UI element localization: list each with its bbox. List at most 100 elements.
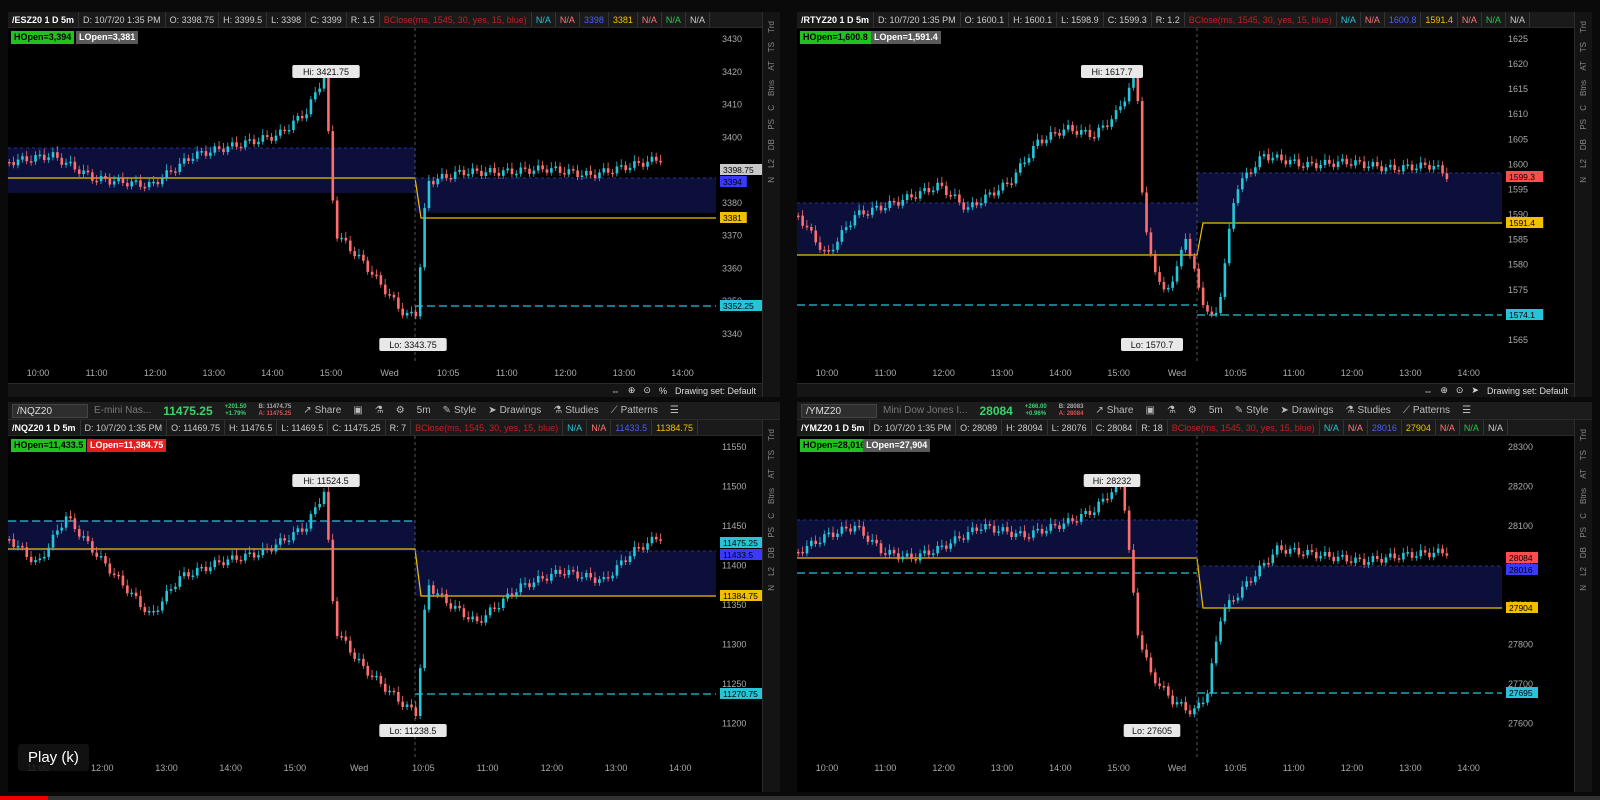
cursor-icon[interactable]: ➤: [1471, 385, 1479, 396]
side-item-btns[interactable]: Btns: [767, 80, 776, 96]
chart-panel-ym[interactable]: /YMZ20 Mini Dow Jones I... 28084 +266.00…: [797, 402, 1592, 792]
side-item-db[interactable]: DB: [767, 547, 776, 558]
price-chart[interactable]: Hi: 3421.75 Lo: 3343.75 3430 3420 3410 3400 33…: [8, 28, 762, 383]
chart-symbol[interactable]: /ESZ20 1 D 5m: [8, 12, 80, 27]
flask-icon[interactable]: ⚗: [369, 405, 390, 416]
y-tick-label: 11250: [722, 679, 746, 689]
side-item-trd[interactable]: Trd: [1579, 21, 1588, 33]
candle: [165, 590, 168, 602]
side-item-n[interactable]: N: [767, 177, 776, 183]
menu-icon[interactable]: ☰: [664, 405, 685, 416]
drawings-button[interactable]: ➤ Drawings: [482, 405, 547, 416]
style-button[interactable]: ✎ Style: [437, 405, 483, 416]
candle: [1058, 132, 1061, 136]
chart-panel-es[interactable]: /ESZ20 1 D 5m D: 10/7/20 1:35 PM O: 3398…: [8, 12, 780, 397]
side-strip[interactable]: Trd TS AT Btns C PS DB L2 N: [762, 420, 780, 792]
side-item-btns[interactable]: Btns: [767, 488, 776, 504]
pan-icon[interactable]: ⇔: [611, 386, 620, 396]
side-item-ps[interactable]: PS: [1579, 527, 1588, 538]
candle: [1336, 556, 1340, 562]
zoom-icon[interactable]: ⊙: [643, 385, 651, 396]
side-item-c[interactable]: C: [1579, 513, 1588, 519]
side-item-at[interactable]: AT: [767, 61, 776, 71]
candle: [112, 181, 116, 185]
side-item-n[interactable]: N: [767, 585, 776, 591]
candle: [1415, 556, 1418, 558]
studies-button[interactable]: ⚗ Studies: [1339, 405, 1396, 416]
candle: [488, 168, 492, 173]
snapshot-icon[interactable]: ▣: [347, 405, 368, 416]
side-item-c[interactable]: C: [767, 105, 776, 111]
drawing-set-label[interactable]: Drawing set: Default: [675, 386, 756, 396]
side-item-ps[interactable]: PS: [767, 527, 776, 538]
side-item-l2[interactable]: L2: [1579, 567, 1588, 576]
drawing-set-label[interactable]: Drawing set: Default: [1487, 386, 1568, 396]
gear-icon[interactable]: ⚙: [390, 405, 411, 416]
side-item-at[interactable]: AT: [1579, 469, 1588, 479]
side-strip[interactable]: Trd TS AT Btns C PS DB L2 N: [1574, 12, 1592, 397]
menu-icon[interactable]: ☰: [1456, 405, 1477, 416]
candle: [892, 549, 896, 554]
side-item-l2[interactable]: L2: [1579, 159, 1588, 168]
side-item-db[interactable]: DB: [767, 139, 776, 150]
chart-panel-rty[interactable]: /RTYZ20 1 D 5m D: 10/7/20 1:35 PM O: 160…: [797, 12, 1592, 397]
side-item-trd[interactable]: Trd: [767, 429, 776, 441]
price-chart[interactable]: Hi: 28232Lo: 276052830028200281002800027…: [797, 436, 1574, 792]
side-item-n[interactable]: N: [1579, 177, 1588, 183]
side-item-l2[interactable]: L2: [767, 567, 776, 576]
side-item-ts[interactable]: TS: [767, 42, 776, 52]
timeframe-button[interactable]: 5m: [411, 405, 437, 416]
candle: [187, 572, 190, 577]
symbol-selector[interactable]: /NQZ20: [12, 403, 88, 418]
timeframe-button[interactable]: 5m: [1203, 405, 1229, 416]
chart-panel-nq[interactable]: /NQZ20 E-mini Nas... 11475.25 +201.50 +1.…: [8, 402, 780, 792]
chart-symbol[interactable]: /NQZ20 1 D 5m: [8, 420, 81, 435]
chart-symbol[interactable]: /YMZ20 1 D 5m: [797, 420, 870, 435]
crosshair-icon[interactable]: ⊕: [1440, 385, 1448, 396]
x-tick-label: Wed: [1168, 763, 1186, 773]
play-button[interactable]: Play (k): [18, 744, 89, 771]
side-item-btns[interactable]: Btns: [1579, 80, 1588, 96]
side-item-db[interactable]: DB: [1579, 547, 1588, 558]
x-tick-label: 14:00: [671, 368, 694, 378]
patterns-button[interactable]: ⟋ Patterns: [605, 405, 664, 416]
side-item-at[interactable]: AT: [767, 469, 776, 479]
price-chart[interactable]: Hi: 11524.5 Lo: 11238.5 11550 11500 11450 114…: [8, 436, 762, 792]
side-item-db[interactable]: DB: [1579, 139, 1588, 150]
side-item-ts[interactable]: TS: [1579, 42, 1588, 52]
side-strip[interactable]: Trd TS AT Btns C PS DB L2 N: [762, 12, 780, 397]
price-chart[interactable]: Hi: 1617.7 Lo: 1570.7 1625 1620 1615 1610 1605…: [797, 28, 1574, 383]
side-item-c[interactable]: C: [767, 513, 776, 519]
symbol-selector[interactable]: /YMZ20: [801, 403, 877, 418]
gear-icon[interactable]: ⚙: [1182, 405, 1203, 416]
snapshot-icon[interactable]: ▣: [1139, 405, 1160, 416]
side-item-ts[interactable]: TS: [767, 450, 776, 460]
side-item-c[interactable]: C: [1579, 105, 1588, 111]
candle: [550, 573, 553, 581]
side-item-trd[interactable]: Trd: [767, 21, 776, 33]
side-item-trd[interactable]: Trd: [1579, 429, 1588, 441]
style-button[interactable]: ✎ Style: [1229, 405, 1275, 416]
candle: [432, 585, 435, 594]
percent-icon[interactable]: %: [659, 386, 667, 396]
share-button[interactable]: ↗ Share: [1089, 405, 1139, 416]
side-strip[interactable]: Trd TS AT Btns C PS DB L2 N: [1574, 420, 1592, 792]
side-item-n[interactable]: N: [1579, 585, 1588, 591]
chart-symbol[interactable]: /RTYZ20 1 D 5m: [797, 12, 875, 27]
video-progress-bar[interactable]: [0, 796, 1600, 800]
studies-button[interactable]: ⚗ Studies: [547, 405, 604, 416]
patterns-button[interactable]: ⟋ Patterns: [1397, 405, 1456, 416]
side-item-btns[interactable]: Btns: [1579, 488, 1588, 504]
flask-icon[interactable]: ⚗: [1161, 405, 1182, 416]
pan-icon[interactable]: ⇔: [1423, 386, 1432, 396]
candle: [191, 158, 195, 161]
side-item-l2[interactable]: L2: [767, 159, 776, 168]
zoom-icon[interactable]: ⊙: [1456, 385, 1464, 396]
crosshair-icon[interactable]: ⊕: [628, 385, 636, 396]
side-item-at[interactable]: AT: [1579, 61, 1588, 71]
drawings-button[interactable]: ➤ Drawings: [1274, 405, 1339, 416]
side-item-ps[interactable]: PS: [1579, 119, 1588, 130]
share-button[interactable]: ↗ Share: [297, 405, 347, 416]
side-item-ps[interactable]: PS: [767, 119, 776, 130]
side-item-ts[interactable]: TS: [1579, 450, 1588, 460]
